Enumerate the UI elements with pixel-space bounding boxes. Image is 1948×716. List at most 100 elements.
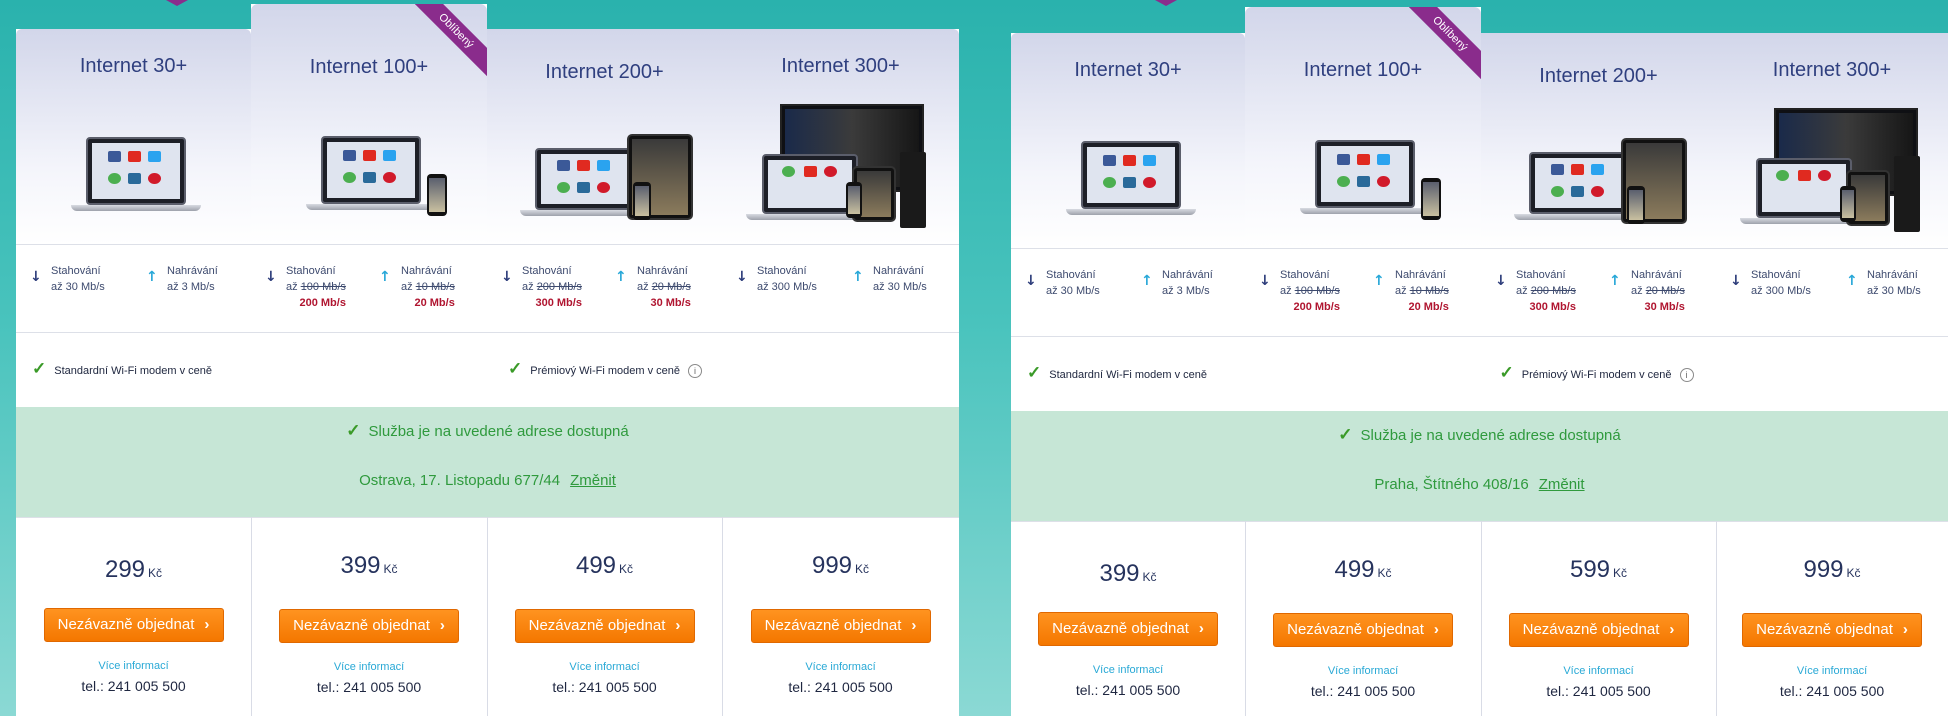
download-speed: Stahování až 300 Mb/s <box>757 265 817 293</box>
info-icon[interactable]: i <box>1679 368 1694 382</box>
price: 499 Kč <box>575 552 634 579</box>
upload-speed: Nahrávání až 20 Mb/s 30 Mb/s <box>1631 269 1685 313</box>
arrow-down-icon: ↓ <box>1025 273 1037 289</box>
more-info-link[interactable]: Více informací <box>487 661 722 673</box>
price-box: 999 Kč Nezávazně objednat › Více informací… <box>722 517 959 716</box>
plan-title: Internet 300+ <box>781 55 900 77</box>
price: 999 Kč <box>1803 556 1861 583</box>
phone-number: tel.: 241 005 500 <box>1779 683 1885 699</box>
price: 299 Kč <box>104 556 163 583</box>
order-button[interactable]: Nezávazně objednat › <box>750 609 931 643</box>
devices-image <box>487 122 722 232</box>
modem-row-premium: ✓ Prémiový Wi-Fi modem v ceně i <box>251 332 959 407</box>
more-info-link[interactable]: Více informací <box>1245 665 1481 677</box>
phone-number: tel.: 241 005 500 <box>788 679 893 695</box>
price-box: 499 Kč Nezávazně objednat › Více informací… <box>487 517 722 716</box>
plan-title: Internet 30+ <box>1074 59 1182 81</box>
more-info-link[interactable]: Více informací <box>1481 665 1716 677</box>
order-button[interactable]: Nezávazně objednat › <box>1742 613 1922 647</box>
availability-status: ✓ Služba je na uvedené adrese dostupná <box>1338 425 1621 444</box>
order-button[interactable]: Nezávazně objednat › <box>1273 613 1453 647</box>
favorite-ribbon: Oblíbený <box>1409 7 1481 79</box>
checkmark-icon: ✓ <box>32 359 47 378</box>
price-box: 299 Kč Nezávazně objednat › Více informací… <box>16 517 251 716</box>
chevron-right-icon: › <box>1433 621 1439 638</box>
plan-header: Internet 30+ <box>1011 33 1245 248</box>
plan-title: Internet 200+ <box>545 61 664 83</box>
devices-image <box>722 104 959 232</box>
order-button[interactable]: Nezávazně objednat › <box>514 609 695 643</box>
availability-address: Ostrava, 17. Listopadu 677/44 Změnit <box>359 472 616 489</box>
plan-title: Internet 300+ <box>1772 59 1892 81</box>
speed-row: ↓ Stahování až 30 Mb/s ↑ Nahrávání až 3 Mb… <box>16 244 251 332</box>
plan-header: Internet 100+ Oblíbený <box>1245 7 1481 248</box>
phone-icon <box>1421 178 1441 220</box>
checkmark-icon: ✓ <box>346 421 361 440</box>
plan-header: Internet 100+ Oblíbený <box>251 4 487 244</box>
price: 999 Kč <box>811 552 870 579</box>
order-button[interactable]: Nezávazně objednat › <box>1508 613 1689 647</box>
offer-panel-praha: Internet 30+ ↓ Stahování až 30 Mb/s ↑ Na… <box>1011 0 1948 716</box>
modem-label: Standardní Wi-Fi modem v ceně <box>54 365 212 377</box>
arrow-down-icon: ↓ <box>30 269 42 285</box>
download-speed: Stahování až 200 Mb/s 300 Mb/s <box>522 265 582 309</box>
phone-icon <box>633 182 651 220</box>
more-info-link[interactable]: Více informací <box>722 661 959 673</box>
arrow-down-icon: ↓ <box>1259 273 1271 289</box>
arrow-up-icon: ↑ <box>615 269 627 285</box>
arrow-down-icon: ↓ <box>1730 273 1742 289</box>
price-box: 999 Kč Nezávazně objednat › Více informací… <box>1716 521 1948 716</box>
chevron-right-icon: › <box>439 617 445 634</box>
price: 399 Kč <box>1099 560 1157 587</box>
order-button[interactable]: Nezávazně objednat › <box>279 609 459 643</box>
availability-banner: ✓ Služba je na uvedené adrese dostupná Os… <box>16 407 959 517</box>
plan-header: Internet 300+ <box>722 29 959 244</box>
download-speed: Stahování až 30 Mb/s <box>51 265 105 293</box>
plan-price-card: 999 Kč Nezávazně objednat › Více informací… <box>1716 521 1948 716</box>
devices-image <box>1481 126 1716 236</box>
download-speed: Stahování až 100 Mb/s 200 Mb/s <box>286 265 346 309</box>
checkmark-icon: ✓ <box>507 359 523 378</box>
phone-number: tel.: 241 005 500 <box>81 678 186 694</box>
speed-row: ↓ Stahování až 100 Mb/s 200 Mb/s ↑ Nahráv… <box>251 244 487 332</box>
info-icon[interactable]: i <box>688 364 702 378</box>
download-speed: Stahování až 200 Mb/s 300 Mb/s <box>1516 269 1576 313</box>
upload-speed: Nahrávání až 20 Mb/s 30 Mb/s <box>637 265 691 309</box>
phone-number: tel.: 241 005 500 <box>1310 683 1416 699</box>
more-info-link[interactable]: Více informací <box>251 661 487 673</box>
phone-number: tel.: 241 005 500 <box>316 679 422 695</box>
more-info-link[interactable]: Více informací <box>1011 664 1245 676</box>
plan-title: Internet 30+ <box>79 55 188 77</box>
plan-header: Internet 200+ <box>487 29 722 244</box>
plan-price-card: 499 Kč Nezávazně objednat › Více informací… <box>487 517 722 716</box>
change-address-link[interactable]: Změnit <box>1539 476 1585 493</box>
upload-speed: Nahrávání až 3 Mb/s <box>1162 269 1213 297</box>
order-button[interactable]: Nezávazně objednat › <box>1038 612 1218 646</box>
laptop-icon <box>1756 158 1852 218</box>
arrow-up-icon: ↑ <box>1609 273 1621 289</box>
laptop-icon <box>535 148 635 210</box>
plan-price-card: 399 Kč Nezávazně objednat › Více informací… <box>251 517 487 716</box>
plan-header: Internet 30+ <box>16 29 251 244</box>
devices-image <box>1245 126 1481 236</box>
speed-row: ↓ Stahování až 200 Mb/s 300 Mb/s ↑ Nahráv… <box>1481 248 1716 336</box>
modem-label: Prémiový Wi-Fi modem v ceně <box>1521 369 1672 381</box>
arrow-up-icon: ↑ <box>379 269 391 285</box>
speed-row: ↓ Stahování až 300 Mb/s ↑ Nahrávání až 30 … <box>722 244 959 332</box>
laptop-icon <box>1081 141 1181 209</box>
modem-label: Standardní Wi-Fi modem v ceně <box>1049 369 1207 381</box>
more-info-link[interactable]: Více informací <box>1716 665 1948 677</box>
checkmark-icon: ✓ <box>1338 425 1353 444</box>
change-address-link[interactable]: Změnit <box>570 472 616 489</box>
arrow-up-icon: ↑ <box>852 269 864 285</box>
plan-card: Internet 30+ ↓ Stahování až 30 Mb/s ↑ Na… <box>1011 33 1245 716</box>
devices-image <box>1716 108 1948 236</box>
checkmark-icon: ✓ <box>1027 363 1042 382</box>
price-box: 499 Kč Nezávazně objednat › Více informací… <box>1245 521 1481 716</box>
laptop-icon <box>86 137 186 205</box>
devices-image <box>1011 126 1245 236</box>
more-info-link[interactable]: Více informací <box>16 660 251 672</box>
order-button[interactable]: Nezávazně objednat › <box>43 608 224 642</box>
price-box: 399 Kč Nezávazně objednat › Více informací… <box>251 517 487 716</box>
download-speed: Stahování až 300 Mb/s <box>1751 269 1811 297</box>
